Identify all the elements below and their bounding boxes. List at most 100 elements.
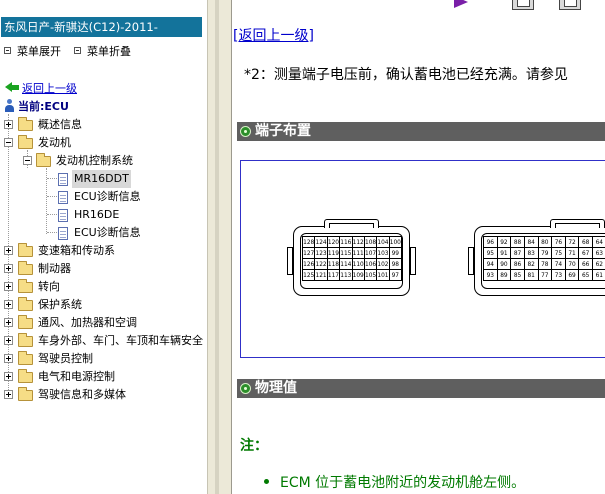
tree-node-body-exterior[interactable]: 车身外部、车门、车顶和车辆安全 [0, 332, 207, 350]
pane-splitter[interactable] [207, 0, 232, 494]
page-icon [58, 209, 68, 222]
terminal-pin: 102 [376, 258, 390, 270]
tree-node-label[interactable]: HR16DE [74, 206, 119, 224]
terminal-pin: 72 [564, 236, 580, 248]
tree-node-driver-controls[interactable]: 驾驶员控制 [0, 350, 207, 368]
terminal-pin: 80 [537, 236, 553, 248]
tree-node-label[interactable]: 制动器 [38, 260, 71, 278]
expand-toggle-icon[interactable] [4, 390, 13, 399]
terminal-pin: 73 [551, 269, 566, 281]
terminal-pin: 96 [483, 236, 498, 248]
tree-node-label[interactable]: 保护系统 [38, 296, 82, 314]
tree-back-link-text[interactable]: 返回上一级 [22, 82, 77, 95]
expand-toggle-icon[interactable] [4, 120, 13, 129]
tree-node-label[interactable]: ECU诊断信息 [74, 188, 141, 206]
tree-node-label[interactable]: 转向 [38, 278, 60, 296]
terminal-pin: 64 [592, 236, 605, 248]
tree-node-label[interactable]: 变速箱和传动系 [38, 242, 115, 260]
terminal-pin: 70 [564, 258, 580, 270]
content-back-link[interactable]: [返回上一级] [233, 25, 314, 45]
tree-node-hr16de[interactable]: HR16DE [0, 206, 207, 224]
terminal-pin: 117 [326, 269, 341, 281]
connector-latch [324, 219, 379, 228]
expand-toggle-icon[interactable] [4, 246, 13, 255]
note-label: 注： [240, 438, 268, 454]
pin-row: 126 122 118 114 110 106 102 98 [301, 258, 403, 270]
tree-node-label[interactable]: 电气和电源控制 [38, 368, 115, 386]
terminal-pin: 92 [496, 236, 512, 248]
terminal-pin: 85 [510, 269, 525, 281]
tree-node-label[interactable]: 发动机 [38, 134, 71, 152]
tree-node-label[interactable]: 概述信息 [38, 116, 82, 134]
back-link-text[interactable]: 返回上一级 [238, 28, 308, 44]
tree-node-steering[interactable]: 转向 [0, 278, 207, 296]
terminal-pin: 109 [351, 269, 365, 281]
collapse-menu-button[interactable]: 菜单折叠 [74, 45, 131, 59]
collapse-toggle-icon[interactable] [4, 138, 13, 147]
tree-node-ecu-diagnostic-2[interactable]: ECU诊断信息 [0, 224, 207, 242]
folder-icon [18, 369, 33, 383]
expand-menu-label: 菜单展开 [17, 45, 61, 58]
expand-menu-button[interactable]: 菜单展开 [4, 45, 61, 59]
content-pane: [返回上一级] *2：测量端子电压前，确认蓄电池已经充满。请参见 端子布置 12… [232, 0, 605, 494]
folder-icon [18, 117, 33, 131]
tree-node-engine-control-system[interactable]: 发动机控制系统 [0, 152, 207, 170]
tree-node-overview[interactable]: 概述信息 [0, 116, 207, 134]
page-icon [58, 227, 68, 240]
window-restore-icon[interactable] [512, 0, 534, 10]
tree-node-info-multimedia[interactable]: 驾驶信息和多媒体 [0, 386, 207, 404]
terminal-pin: 99 [388, 247, 403, 259]
expand-toggle-icon[interactable] [4, 282, 13, 291]
folder-icon [18, 243, 33, 257]
tree-node-protection[interactable]: 保护系统 [0, 296, 207, 314]
expand-toggle-icon[interactable] [4, 336, 13, 345]
tree-node-electrical[interactable]: 电气和电源控制 [0, 368, 207, 386]
tree-node-mr16ddt[interactable]: MR16DDT [0, 170, 207, 188]
tree-node-brakes[interactable]: 制动器 [0, 260, 207, 278]
tree-node-label[interactable]: 驾驶信息和多媒体 [38, 386, 126, 404]
expand-toggle-icon[interactable] [4, 354, 13, 363]
tree-node-ecu-diagnostic-1[interactable]: ECU诊断信息 [0, 188, 207, 206]
tree-node-label[interactable]: 驾驶员控制 [38, 350, 93, 368]
tree-node-label[interactable]: 车身外部、车门、车顶和车辆安全 [38, 332, 203, 350]
flag-icon[interactable] [454, 0, 468, 8]
collapse-menu-label: 菜单折叠 [87, 45, 131, 58]
terminal-pin: 114 [339, 258, 353, 270]
folder-icon [18, 297, 33, 311]
tree-node-engine[interactable]: 发动机 [0, 134, 207, 152]
tree-node-label[interactable]: 发动机控制系统 [56, 152, 133, 170]
tree-node-hvac[interactable]: 通风、加热器和空调 [0, 314, 207, 332]
tree-back-link[interactable]: 返回上一级 [5, 80, 77, 96]
collapse-toggle-icon[interactable] [23, 156, 32, 165]
expand-toggle-icon[interactable] [4, 300, 13, 309]
back-bracket-close: ] [308, 28, 314, 44]
expand-toggle-icon[interactable] [4, 264, 13, 273]
terminal-pin: 87 [510, 247, 525, 259]
tree-node-transmission[interactable]: 变速箱和传动系 [0, 242, 207, 260]
terminal-pin: 112 [351, 236, 365, 248]
terminal-pin: 81 [523, 269, 539, 281]
tree-node-label[interactable]: MR16DDT [72, 170, 131, 188]
terminal-pin: 113 [339, 269, 353, 281]
terminal-pin: 119 [326, 247, 341, 259]
tree-node-label[interactable]: ECU诊断信息 [74, 224, 141, 242]
expand-toggle-icon[interactable] [4, 372, 13, 381]
pin-row: 128 124 120 116 112 108 104 100 [301, 236, 403, 248]
back-arrow-icon [5, 82, 19, 93]
terminal-pin: 90 [496, 258, 512, 270]
folder-icon [18, 261, 33, 275]
page-icon [58, 191, 68, 204]
terminal-pin: 120 [326, 236, 341, 248]
current-location: 当前:ECU [4, 98, 69, 114]
terminal-pin: 125 [301, 269, 316, 281]
terminal-pin: 77 [537, 269, 553, 281]
expand-toggle-icon[interactable] [4, 318, 13, 327]
tree-node-label[interactable]: 通风、加热器和空调 [38, 314, 137, 332]
window-expand-icon[interactable] [559, 0, 581, 10]
terminal-pin: 75 [551, 247, 566, 259]
terminal-pin: 93 [483, 269, 498, 281]
pin-row: 938985817773696561575 [483, 269, 605, 281]
terminal-pin: 62 [592, 258, 605, 270]
terminal-pin: 98 [388, 258, 403, 270]
navigation-pane: 东风日产-新骐达(C12)-2011- 菜单展开 菜单折叠 返回上一级 当前:E… [0, 0, 207, 494]
